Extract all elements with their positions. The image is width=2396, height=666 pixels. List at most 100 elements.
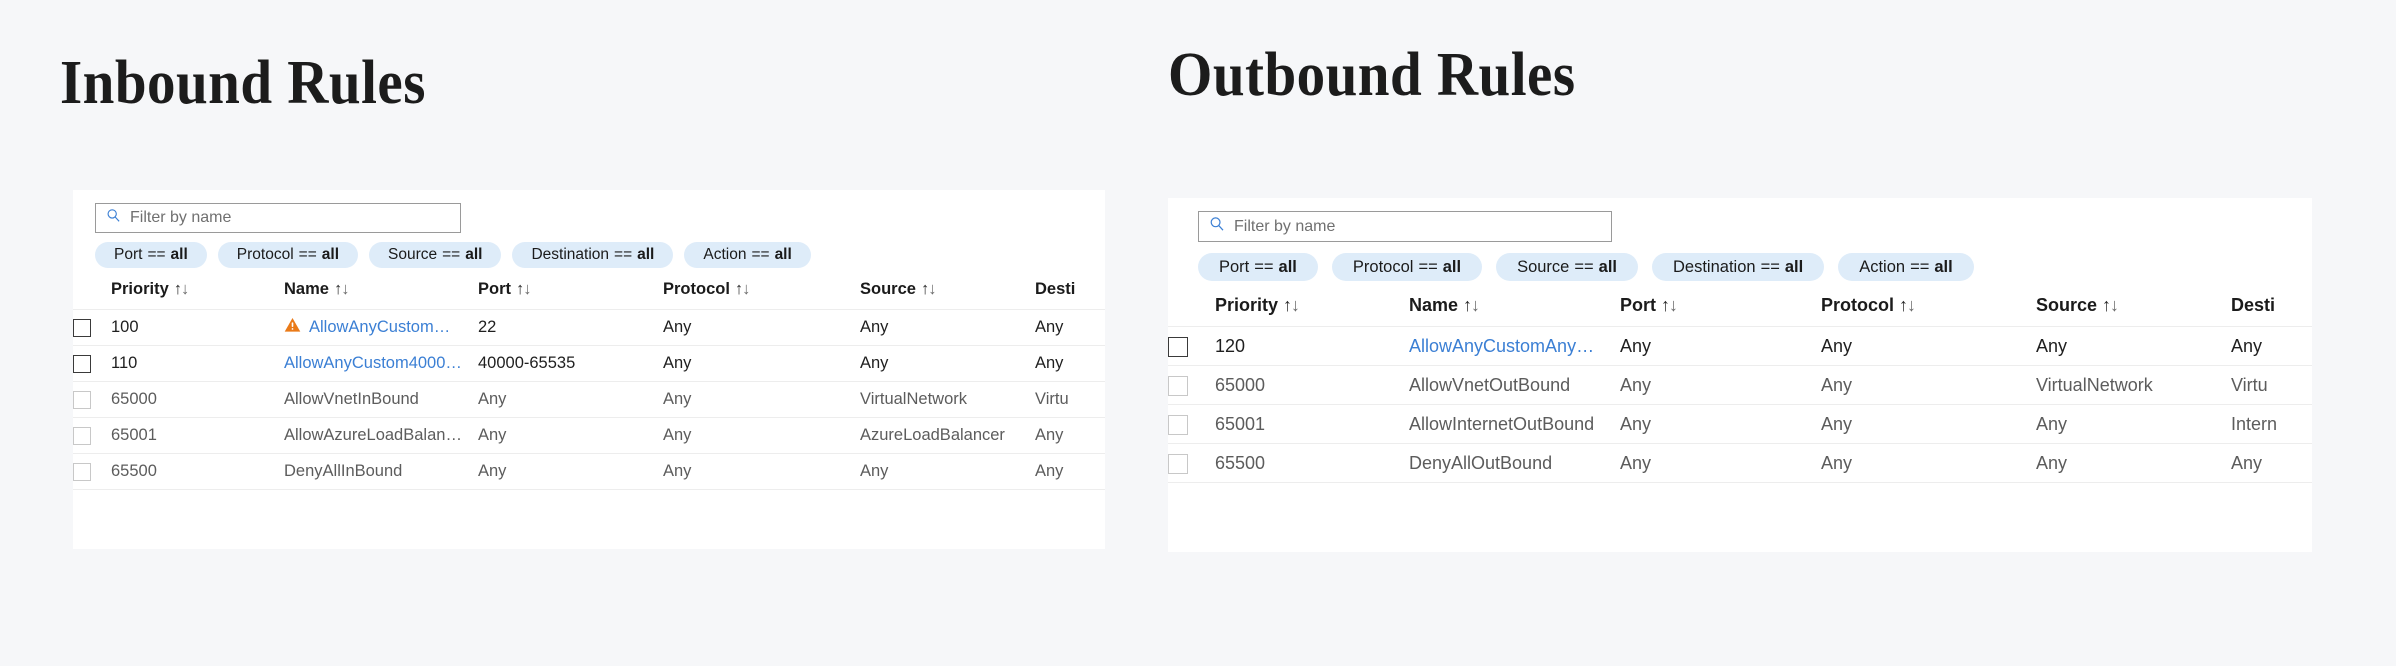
row-checkbox-cell[interactable] <box>1168 404 1215 444</box>
inbound-rules-card: Filter by name Port == all Protocol == all S… <box>73 190 1105 549</box>
filter-chip-port[interactable]: Port == all <box>1198 253 1318 281</box>
table-row[interactable]: 120 AllowAnyCustomAny… Any Any Any Any <box>1168 326 2312 366</box>
chip-operator: == <box>1910 257 1930 276</box>
sort-icon[interactable]: ↑↓ <box>1899 295 1916 315</box>
cell-destination: Intern <box>2231 404 2312 444</box>
filter-chip-destination[interactable]: Destination == all <box>1652 253 1825 281</box>
column-header-source[interactable]: Source ↑↓ <box>2036 295 2231 327</box>
column-header-port[interactable]: Port ↑↓ <box>478 280 663 310</box>
row-checkbox-cell[interactable] <box>1168 326 1215 366</box>
cell-port: 40000-65535 <box>478 345 663 382</box>
row-checkbox[interactable] <box>73 462 91 481</box>
row-checkbox[interactable] <box>73 390 91 409</box>
filter-chip-action[interactable]: Action == all <box>684 242 811 268</box>
rule-name[interactable]: AllowAnyCustomAny… <box>1409 336 1594 357</box>
row-checkbox[interactable] <box>1168 375 1188 396</box>
column-header-protocol[interactable]: Protocol ↑↓ <box>1821 295 2036 327</box>
column-header-source[interactable]: Source ↑↓ <box>860 280 1035 310</box>
cell-source: Any <box>860 453 1035 490</box>
chip-field: Protocol <box>236 246 294 263</box>
cell-port: Any <box>478 417 663 454</box>
row-checkbox[interactable] <box>73 426 91 445</box>
filter-chip-action[interactable]: Action == all <box>1838 253 1974 281</box>
cell-destination: Any <box>2231 326 2312 366</box>
sort-icon[interactable]: ↑↓ <box>1661 295 1678 315</box>
cell-name[interactable]: AllowAnyCustomAny… <box>1409 326 1620 366</box>
filter-chip-source[interactable]: Source == all <box>369 242 502 268</box>
chip-value: all <box>1784 257 1804 276</box>
table-row[interactable]: 65001 AllowInternetOutBound Any Any Any Inter… <box>1168 404 2312 444</box>
cell-source: Any <box>2036 443 2231 483</box>
rule-name[interactable]: AllowAnyCustom… <box>309 318 450 337</box>
row-checkbox-cell[interactable] <box>73 417 111 454</box>
cell-destination: Virtu <box>1035 381 1105 418</box>
column-header-destination[interactable]: Desti <box>1035 280 1105 310</box>
table-row[interactable]: 65000 AllowVnetInBound Any Any VirtualNetwor… <box>73 381 1105 418</box>
chip-operator: == <box>147 246 166 263</box>
filter-chip-protocol[interactable]: Protocol == all <box>217 242 358 268</box>
chip-operator: == <box>751 246 770 263</box>
chip-value: all <box>465 246 483 263</box>
column-header-name[interactable]: Name ↑↓ <box>1409 295 1620 327</box>
cell-destination: Any <box>1035 417 1105 454</box>
cell-protocol: Any <box>663 309 860 346</box>
chip-value: all <box>1278 257 1297 276</box>
column-header-priority[interactable]: Priority ↑↓ <box>1215 295 1409 327</box>
row-checkbox-cell[interactable] <box>1168 365 1215 405</box>
table-row[interactable]: 65500 DenyAllOutBound Any Any Any Any <box>1168 443 2312 483</box>
filter-chip-protocol[interactable]: Protocol == all <box>1331 253 1483 281</box>
row-checkbox-cell[interactable] <box>73 309 111 346</box>
cell-port: Any <box>1620 443 1821 483</box>
sort-icon[interactable]: ↑↓ <box>334 280 349 298</box>
sort-icon[interactable]: ↑↓ <box>516 280 531 298</box>
cell-protocol: Any <box>1821 443 2036 483</box>
filter-chip-source[interactable]: Source == all <box>1496 253 1638 281</box>
column-header-port[interactable]: Port ↑↓ <box>1620 295 1821 327</box>
row-checkbox[interactable] <box>73 318 91 337</box>
column-header-name[interactable]: Name ↑↓ <box>284 280 478 310</box>
table-row[interactable]: 65000 AllowVnetOutBound Any Any VirtualNetwo… <box>1168 365 2312 405</box>
chip-operator: == <box>1760 257 1780 276</box>
header-select-all[interactable] <box>1168 295 1215 327</box>
sort-icon[interactable]: ↑↓ <box>921 280 936 298</box>
sort-icon[interactable]: ↑↓ <box>1463 295 1480 315</box>
table-row[interactable]: 65500 DenyAllInBound Any Any Any Any <box>73 453 1105 490</box>
chip-value: all <box>774 246 792 263</box>
table-row[interactable]: 110 AllowAnyCustom4000… 40000-65535 Any Any A… <box>73 345 1105 382</box>
sort-icon[interactable]: ↑↓ <box>735 280 750 298</box>
cell-source: VirtualNetwork <box>860 381 1035 418</box>
row-checkbox[interactable] <box>1168 336 1188 357</box>
sort-icon[interactable]: ↑↓ <box>174 280 189 298</box>
rule-name[interactable]: AllowAnyCustom4000… <box>284 354 462 373</box>
table-header-row: Priority ↑↓ Name ↑↓ Port ↑↓ Protocol ↑↓ Sour… <box>73 280 1105 310</box>
cell-source: VirtualNetwork <box>2036 365 2231 405</box>
cell-protocol: Any <box>663 345 860 382</box>
table-row[interactable]: 65001 AllowAzureLoadBalan… Any Any AzureLoad… <box>73 417 1105 454</box>
cell-port: Any <box>478 453 663 490</box>
search-input-inbound[interactable]: Filter by name <box>95 203 461 233</box>
cell-protocol: Any <box>1821 326 2036 366</box>
filter-chip-port[interactable]: Port == all <box>95 242 207 268</box>
row-checkbox-cell[interactable] <box>1168 443 1215 483</box>
page-title-inbound: Inbound Rules <box>60 49 426 117</box>
header-select-all[interactable] <box>73 280 111 310</box>
sort-icon[interactable]: ↑↓ <box>2102 295 2119 315</box>
cell-protocol: Any <box>663 453 860 490</box>
row-checkbox[interactable] <box>73 354 91 373</box>
column-header-protocol[interactable]: Protocol ↑↓ <box>663 280 860 310</box>
cell-name[interactable]: AllowAnyCustom… <box>284 309 478 346</box>
search-input-outbound[interactable]: Filter by name <box>1198 211 1612 242</box>
row-checkbox-cell[interactable] <box>73 345 111 382</box>
cell-priority: 65001 <box>111 417 284 454</box>
sort-icon[interactable]: ↑↓ <box>1283 295 1300 315</box>
cell-priority: 65000 <box>1215 365 1409 405</box>
row-checkbox[interactable] <box>1168 453 1188 474</box>
cell-name[interactable]: AllowAnyCustom4000… <box>284 345 478 382</box>
table-row[interactable]: 100 AllowAnyCustom… 22 Any Any Any <box>73 309 1105 346</box>
column-header-destination[interactable]: Desti <box>2231 295 2312 327</box>
row-checkbox-cell[interactable] <box>73 381 111 418</box>
row-checkbox-cell[interactable] <box>73 453 111 490</box>
row-checkbox[interactable] <box>1168 414 1188 435</box>
filter-chip-destination[interactable]: Destination == all <box>512 242 674 268</box>
column-header-priority[interactable]: Priority ↑↓ <box>111 280 284 310</box>
